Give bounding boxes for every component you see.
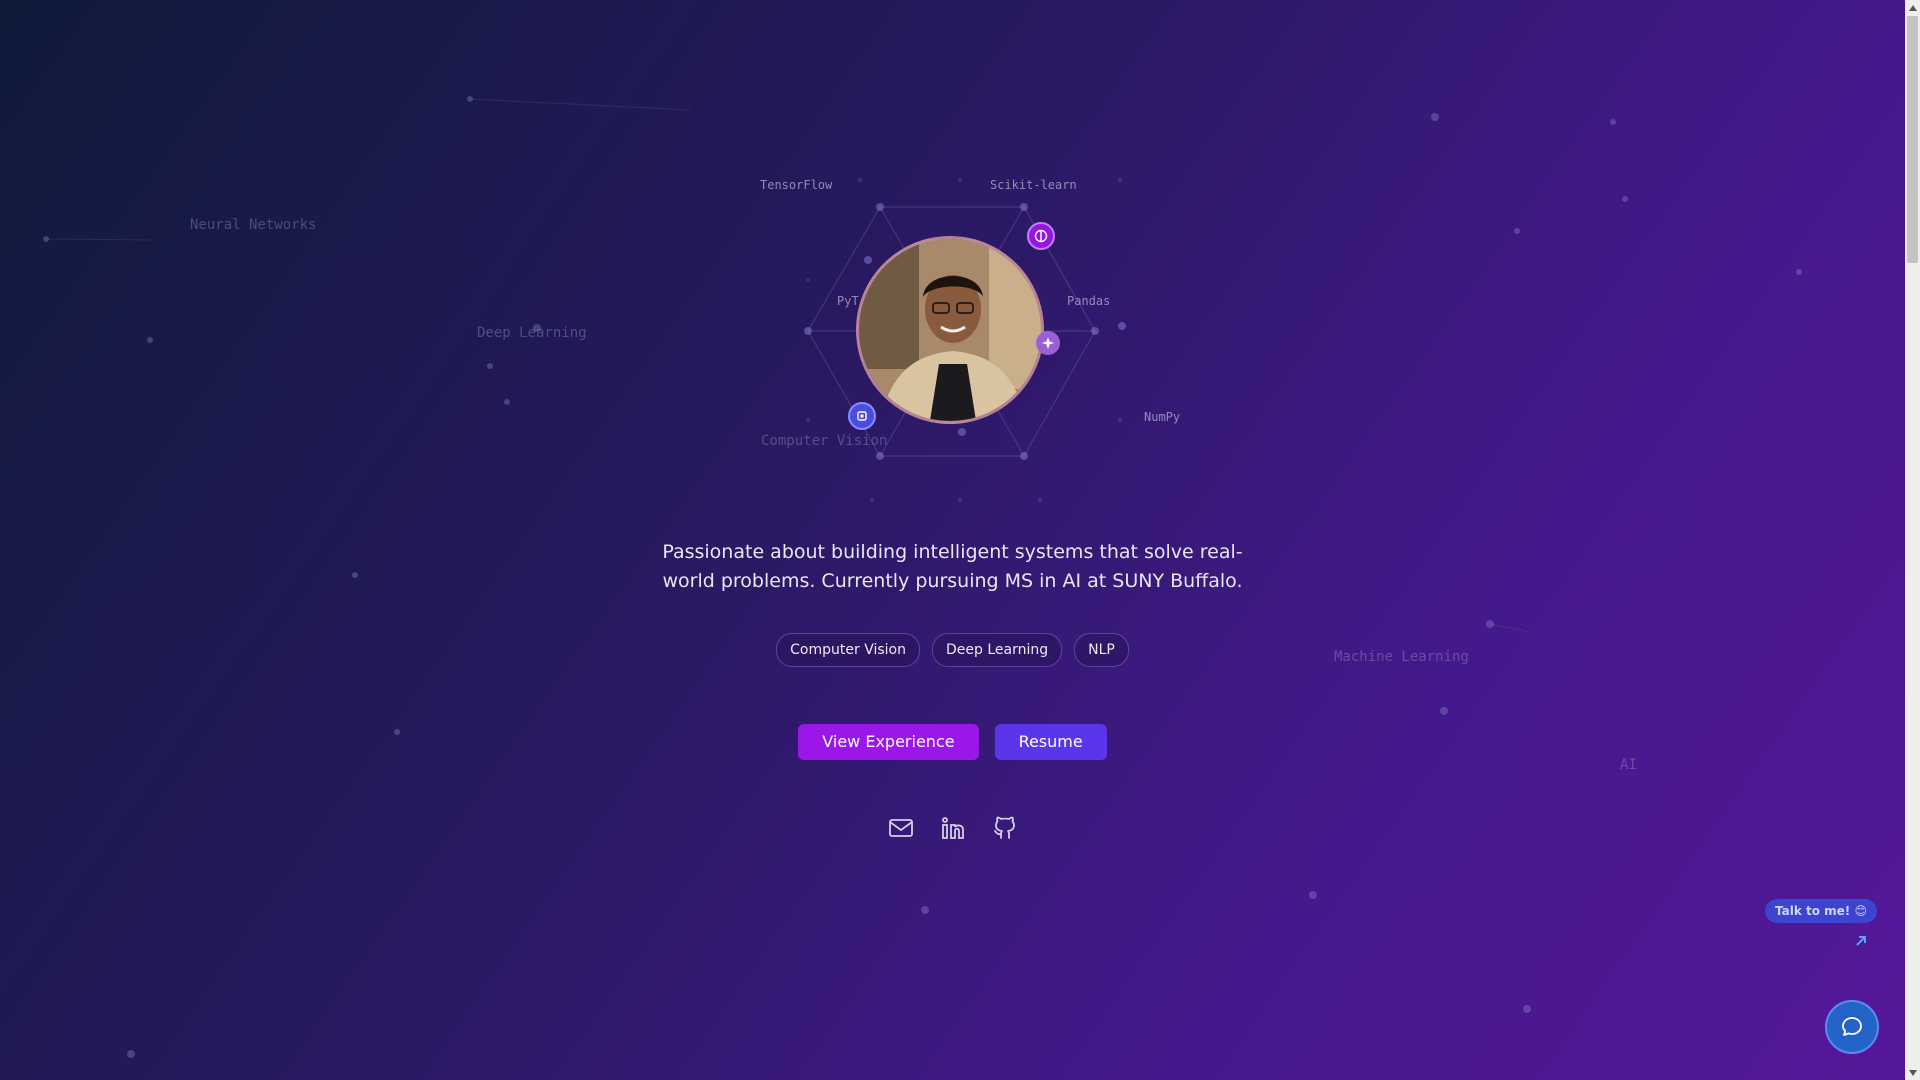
bg-word-neural-networks: Neural Networks [190,217,317,233]
github-icon[interactable] [992,815,1018,841]
social-links [0,815,1905,841]
view-experience-button[interactable]: View Experience [798,724,979,760]
profile-avatar [856,236,1044,424]
tech-label-pytorch: PyT [837,294,859,308]
skill-chips: Computer Vision Deep Learning NLP [0,633,1905,667]
resume-button[interactable]: Resume [994,724,1107,760]
tech-label-scikit-learn: Scikit-learn [990,178,1077,192]
cta-buttons: View Experience Resume [0,724,1905,760]
tech-label-tensorflow: TensorFlow [760,178,833,192]
tagline: Passionate about building intelligent sy… [662,541,1243,592]
tech-label-numpy: NumPy [1144,410,1181,424]
tech-label-pandas: Pandas [1067,294,1111,308]
chip-deep-learning: Deep Learning [931,633,1063,667]
profile-photo [859,239,1041,421]
sparkle-icon [1036,331,1060,355]
scroll-down-icon[interactable] [1905,1065,1920,1080]
chat-bubble-icon [1842,1017,1862,1036]
chip-icon [848,402,876,430]
page-scrollbar[interactable] [1905,0,1920,1080]
linkedin-icon[interactable] [940,815,966,841]
portfolio-page: Neural Networks Deep Learning Computer V… [0,0,1905,1080]
scroll-up-icon[interactable] [1905,0,1920,15]
chip-nlp: NLP [1074,633,1129,667]
mail-icon[interactable] [888,815,914,841]
chat-button[interactable] [1825,1000,1879,1054]
talk-to-me-label[interactable]: Talk to me! 😊 [1765,899,1877,923]
chip-computer-vision: Computer Vision [776,633,920,667]
bg-word-deep-learning: Deep Learning [477,325,587,341]
brain-icon [1027,222,1055,250]
arrow-up-right-icon [1856,936,1866,946]
scroll-thumb[interactable] [1907,16,1918,263]
